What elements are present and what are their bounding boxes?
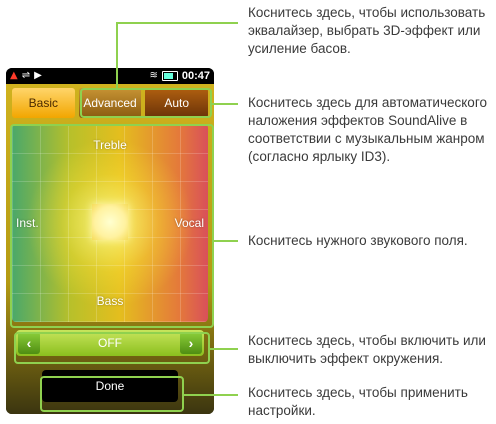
- play-icon: ▶: [34, 70, 42, 81]
- callout-field: Коснитесь нужного звукового поля.: [248, 233, 468, 248]
- status-time: 00:47: [181, 70, 210, 82]
- leader-line-tabs-h: [116, 22, 238, 24]
- tab-basic[interactable]: Basic: [12, 88, 75, 118]
- surround-highlight: [14, 332, 210, 364]
- usb-icon: ⇌: [21, 70, 31, 81]
- callout-done: Коснитесь здесь, чтобы применить настрой…: [248, 385, 468, 418]
- leader-line-field: [214, 240, 238, 242]
- callout-surround: Коснитесь здесь, чтобы включить или выкл…: [248, 333, 486, 366]
- tabs-highlight: [80, 88, 212, 118]
- callout-auto: Коснитесь здесь для автоматического нало…: [248, 95, 487, 164]
- leader-line-surround: [210, 348, 238, 350]
- done-highlight: [40, 376, 184, 412]
- battery-icon: [161, 71, 178, 81]
- status-bar-right: ≋ 00:47: [149, 69, 210, 83]
- wifi-icon: ≋: [149, 70, 158, 81]
- callout-tabs: Коснитесь здесь, чтобы использовать эква…: [248, 5, 486, 56]
- status-bar: ▲ ⇌ ▶ ≋ 00:47: [6, 68, 214, 84]
- leader-line-done: [184, 394, 238, 396]
- leader-line-auto: [212, 103, 238, 105]
- warning-icon: ▲: [10, 70, 18, 81]
- field-highlight: [10, 124, 214, 328]
- leader-line-tabs-v: [116, 22, 118, 88]
- status-bar-left: ▲ ⇌ ▶: [10, 69, 42, 83]
